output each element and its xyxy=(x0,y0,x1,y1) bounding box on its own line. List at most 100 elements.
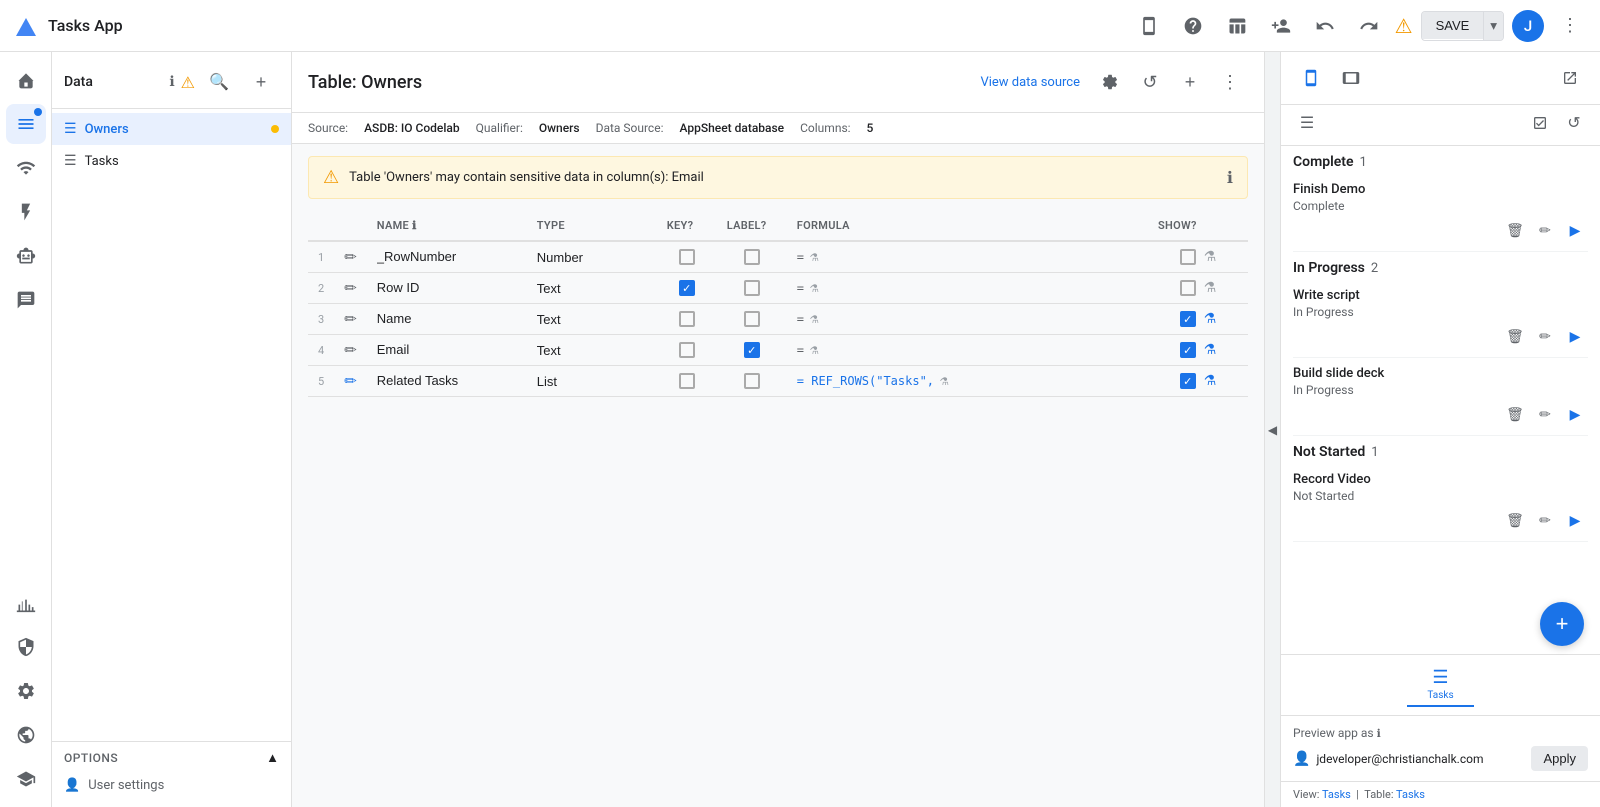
refresh-icon[interactable]: ↺ xyxy=(1132,64,1168,100)
preview-check-icon[interactable] xyxy=(1526,109,1554,137)
type-select[interactable]: Text xyxy=(537,343,577,358)
sidebar-item-data[interactable] xyxy=(6,104,46,144)
show-checkbox[interactable] xyxy=(1180,280,1196,296)
data-settings-icon[interactable] xyxy=(1092,64,1128,100)
go-task-button[interactable]: ▶ xyxy=(1562,323,1588,349)
formula-flask-icon[interactable]: ⚗ xyxy=(810,280,818,296)
sidebar-item-analytics[interactable] xyxy=(6,583,46,623)
delete-task-button[interactable]: 🗑 xyxy=(1502,323,1528,349)
sidebar-item-bots[interactable] xyxy=(6,236,46,276)
avatar[interactable]: J xyxy=(1512,10,1544,42)
formula-flask-icon[interactable]: ⚗ xyxy=(810,342,818,358)
data-search-button[interactable]: 🔍 xyxy=(201,64,237,100)
name-input[interactable] xyxy=(377,373,517,388)
go-task-button[interactable]: ▶ xyxy=(1562,217,1588,243)
more-columns-icon[interactable]: ⋮ xyxy=(1212,64,1248,100)
edit-icon[interactable]: ✏ xyxy=(344,248,357,266)
table-icon[interactable] xyxy=(1219,8,1255,44)
name-input[interactable] xyxy=(377,249,517,264)
apply-button[interactable]: Apply xyxy=(1531,746,1588,771)
show-flask-icon[interactable]: ⚗ xyxy=(1204,311,1217,327)
key-checkbox[interactable] xyxy=(679,373,695,389)
show-checkbox[interactable] xyxy=(1180,311,1196,327)
show-checkbox[interactable] xyxy=(1180,373,1196,389)
edit-icon[interactable]: ✏ xyxy=(344,310,357,328)
name-input[interactable] xyxy=(377,311,517,326)
add-user-icon[interactable] xyxy=(1263,8,1299,44)
sidebar-item-security[interactable] xyxy=(6,627,46,667)
sidebar-item-home[interactable] xyxy=(6,60,46,100)
edit-icon[interactable]: ✏ xyxy=(344,279,357,297)
edit-task-button[interactable]: ✏ xyxy=(1532,507,1558,533)
formula-flask-icon[interactable]: ⚗ xyxy=(810,249,818,265)
preview-scroll-area[interactable]: Complete 1 Finish Demo Complete 🗑 ✏ ▶ In… xyxy=(1281,146,1600,602)
label-checkbox[interactable] xyxy=(744,249,760,265)
edit-task-button[interactable]: ✏ xyxy=(1532,217,1558,243)
add-column-button[interactable]: + xyxy=(1172,64,1208,100)
collapse-panel[interactable]: ◀ xyxy=(1264,52,1280,807)
help-icon[interactable] xyxy=(1175,8,1211,44)
delete-task-button[interactable]: 🗑 xyxy=(1502,401,1528,427)
key-checkbox[interactable] xyxy=(679,342,695,358)
preview-icon[interactable] xyxy=(1131,8,1167,44)
banner-info-icon[interactable]: ℹ xyxy=(1227,168,1233,187)
preview-phone-icon[interactable] xyxy=(1293,60,1329,96)
sidebar-item-views[interactable] xyxy=(6,148,46,188)
sidebar-item-settings[interactable] xyxy=(6,671,46,711)
redo-icon[interactable] xyxy=(1351,8,1387,44)
preview-expand-icon[interactable] xyxy=(1552,60,1588,96)
formula-flask-icon[interactable]: ⚗ xyxy=(810,311,818,327)
table-item-tasks[interactable]: ☰ Tasks xyxy=(52,145,291,177)
name-input[interactable] xyxy=(377,280,517,295)
sidebar-item-learn[interactable] xyxy=(6,759,46,799)
label-checkbox[interactable] xyxy=(744,373,760,389)
type-select[interactable]: Number xyxy=(537,250,600,265)
table-item-owners[interactable]: ☰ Owners xyxy=(52,113,291,145)
sidebar-item-integrations[interactable] xyxy=(6,715,46,755)
save-button[interactable]: SAVE xyxy=(1422,12,1484,39)
key-checkbox[interactable] xyxy=(679,249,695,265)
edit-icon[interactable]: ✏ xyxy=(344,341,357,359)
delete-task-button[interactable]: 🗑 xyxy=(1502,217,1528,243)
more-options-icon[interactable]: ⋮ xyxy=(1552,8,1588,44)
preview-filter-icon[interactable]: ☰ xyxy=(1293,109,1321,137)
undo-icon[interactable] xyxy=(1307,8,1343,44)
formula-text: = xyxy=(797,343,804,357)
options-item-user-settings[interactable]: 👤 User settings xyxy=(64,772,279,799)
go-task-button[interactable]: ▶ xyxy=(1562,507,1588,533)
edit-task-button[interactable]: ✏ xyxy=(1532,323,1558,349)
show-flask-icon[interactable]: ⚗ xyxy=(1204,373,1217,389)
table-value-link[interactable]: Tasks xyxy=(1396,788,1425,801)
formula-text: = xyxy=(797,250,804,264)
go-task-button[interactable]: ▶ xyxy=(1562,401,1588,427)
edit-icon[interactable]: ✏ xyxy=(344,372,357,390)
show-flask-icon[interactable]: ⚗ xyxy=(1204,342,1217,358)
delete-task-button[interactable]: 🗑 xyxy=(1502,507,1528,533)
type-select[interactable]: List xyxy=(537,374,574,389)
key-checkbox[interactable] xyxy=(679,280,695,296)
save-dropdown-button[interactable]: ▾ xyxy=(1483,12,1503,40)
preview-tablet-icon[interactable] xyxy=(1333,60,1369,96)
type-select[interactable]: Text xyxy=(537,312,577,327)
edit-task-button[interactable]: ✏ xyxy=(1532,401,1558,427)
name-input[interactable] xyxy=(377,342,517,357)
label-checkbox[interactable] xyxy=(744,311,760,327)
data-add-button[interactable]: + xyxy=(243,64,279,100)
sidebar-item-comments[interactable] xyxy=(6,280,46,320)
formula-flask-icon[interactable]: ⚗ xyxy=(940,373,948,389)
show-flask-icon[interactable]: ⚗ xyxy=(1204,280,1217,296)
preview-nav-tasks[interactable]: ☰ Tasks xyxy=(1407,663,1473,707)
key-checkbox[interactable] xyxy=(679,311,695,327)
view-data-source-link[interactable]: View data source xyxy=(980,75,1080,90)
show-checkbox[interactable] xyxy=(1180,249,1196,265)
type-select[interactable]: Text xyxy=(537,281,577,296)
options-header[interactable]: OPTIONS ▲ xyxy=(64,750,279,766)
label-checkbox[interactable] xyxy=(744,280,760,296)
show-checkbox[interactable] xyxy=(1180,342,1196,358)
preview-refresh-icon[interactable]: ↺ xyxy=(1560,109,1588,137)
label-checkbox[interactable] xyxy=(744,342,760,358)
show-flask-icon[interactable]: ⚗ xyxy=(1204,249,1217,265)
sidebar-item-automation[interactable] xyxy=(6,192,46,232)
fab-add-button[interactable]: + xyxy=(1540,602,1584,646)
view-value-link[interactable]: Tasks xyxy=(1322,788,1351,801)
